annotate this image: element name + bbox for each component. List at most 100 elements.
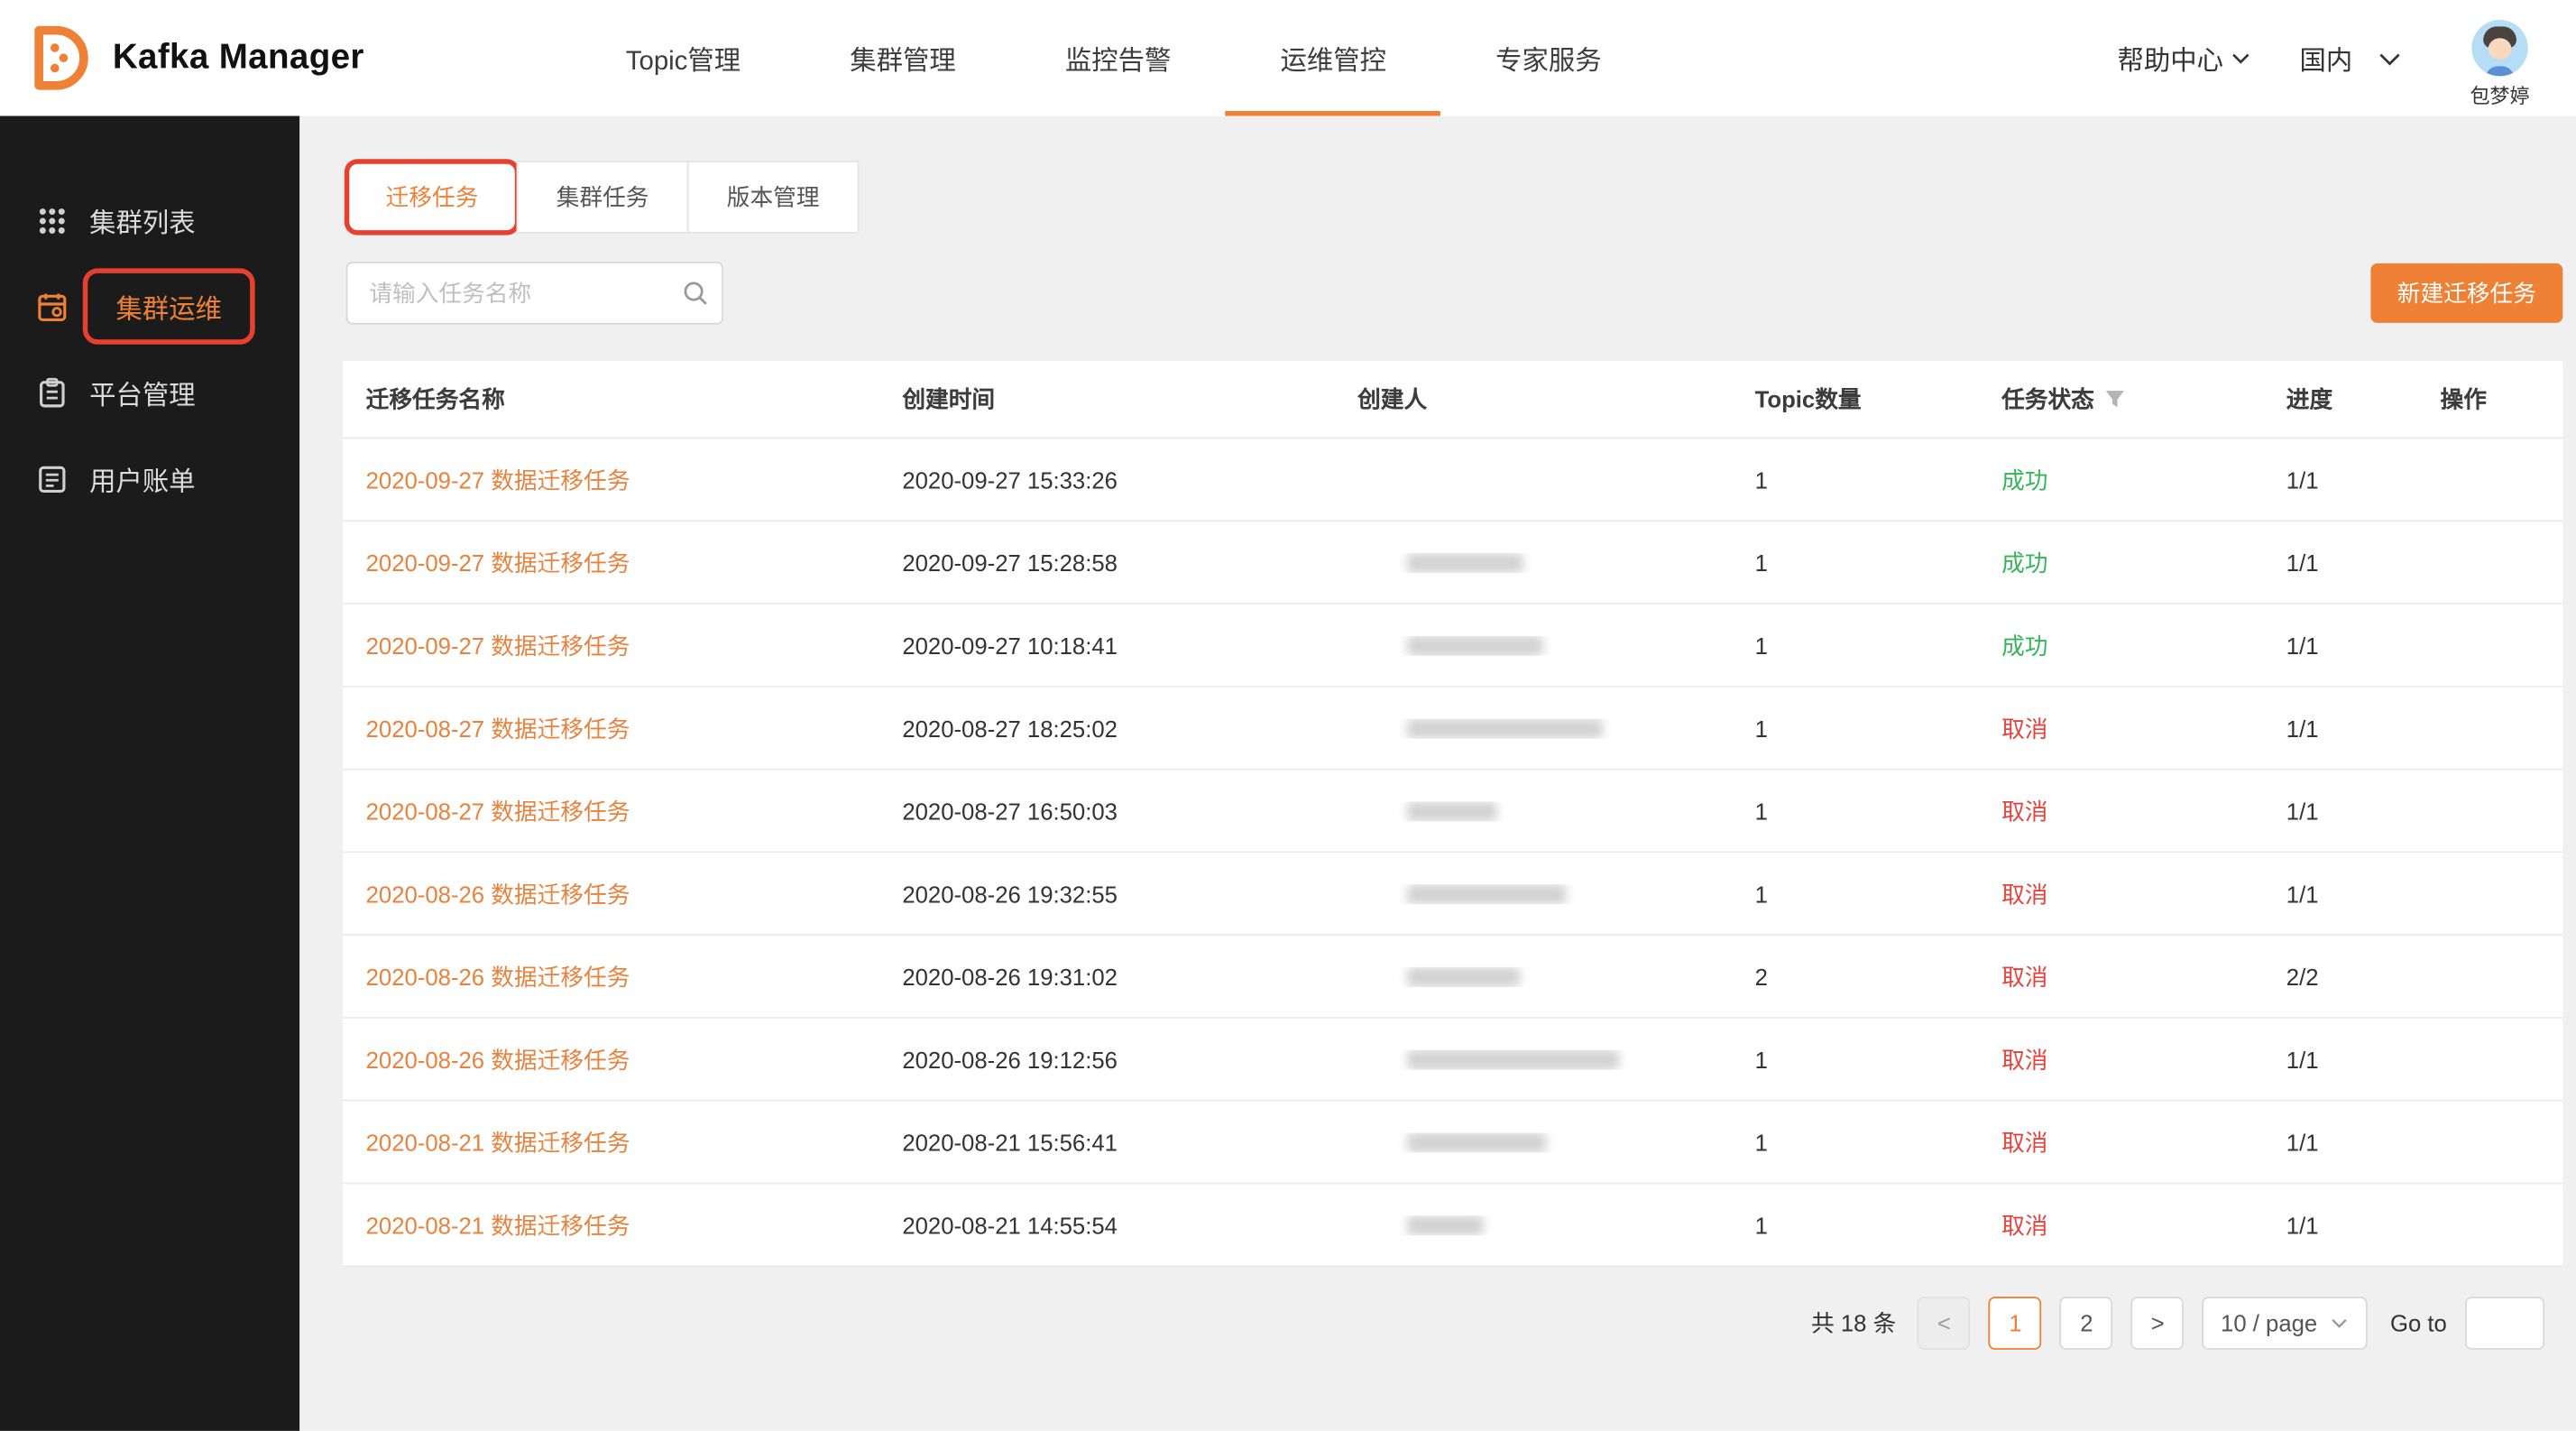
- page-button-2[interactable]: 2: [2060, 1297, 2113, 1350]
- sidebar-item-platform-manage[interactable]: 平台管理: [0, 349, 299, 435]
- table-row: 2020-08-27 数据迁移任务 2020-08-27 18:25:02 1 …: [343, 688, 2562, 771]
- tab-migration-tasks[interactable]: 迁移任务: [346, 161, 519, 234]
- cluster-list-icon: [35, 204, 69, 237]
- created-time: 2020-08-21 15:56:41: [879, 1129, 1335, 1155]
- next-page-button[interactable]: >: [2131, 1297, 2185, 1350]
- status-badge: 取消: [1978, 877, 2263, 910]
- task-name-link[interactable]: 2020-08-27 数据迁移任务: [366, 711, 630, 744]
- page-button-1[interactable]: 1: [1989, 1297, 2042, 1350]
- pagination: 共 18 条 < 1 2 > 10 / page Go to: [343, 1297, 2562, 1350]
- created-time: 2020-09-27 15:33:26: [879, 466, 1335, 493]
- col-creator: 创建人: [1334, 383, 1732, 416]
- task-name-cell: 2020-09-27 数据迁移任务: [343, 463, 879, 496]
- platform-manage-icon: [35, 376, 69, 410]
- table-row: 2020-08-21 数据迁移任务 2020-08-21 15:56:41 1 …: [343, 1102, 2562, 1185]
- task-name-cell: 2020-08-26 数据迁移任务: [343, 960, 879, 993]
- task-name-link[interactable]: 2020-09-27 数据迁移任务: [366, 629, 630, 662]
- task-name-cell: 2020-08-27 数据迁移任务: [343, 711, 879, 744]
- tab-cluster-tasks[interactable]: 集群任务: [517, 161, 689, 234]
- sidebar-item-cluster-ops[interactable]: 集群运维: [0, 263, 299, 349]
- creator-cell: [1334, 800, 1732, 820]
- nav-expert-service[interactable]: 专家服务: [1441, 0, 1657, 115]
- created-time: 2020-08-26 19:12:56: [879, 1046, 1335, 1072]
- topic-count: 2: [1732, 963, 1978, 989]
- nav-ops-control[interactable]: 运维管控: [1226, 0, 1441, 115]
- task-name-link[interactable]: 2020-08-27 数据迁移任务: [366, 794, 630, 827]
- status-badge: 取消: [1978, 960, 2263, 993]
- status-badge: 取消: [1978, 711, 2263, 744]
- task-name-link[interactable]: 2020-08-26 数据迁移任务: [366, 877, 630, 910]
- table-row: 2020-08-27 数据迁移任务 2020-08-27 16:50:03 1 …: [343, 770, 2562, 853]
- topic-count: 1: [1732, 881, 1978, 907]
- creator-cell: [1334, 718, 1732, 738]
- goto-page-input[interactable]: [2465, 1297, 2544, 1350]
- progress-value: 1/1: [2263, 549, 2417, 575]
- redacted-creator: [1407, 1132, 1546, 1152]
- status-badge: 成功: [1978, 463, 2263, 496]
- topic-count: 1: [1732, 1129, 1978, 1155]
- task-name-link[interactable]: 2020-09-27 数据迁移任务: [366, 546, 630, 579]
- topic-count: 1: [1732, 549, 1978, 575]
- task-name-cell: 2020-08-21 数据迁移任务: [343, 1125, 879, 1159]
- progress-value: 1/1: [2263, 1212, 2417, 1238]
- task-name-link[interactable]: 2020-08-21 数据迁移任务: [366, 1125, 630, 1159]
- sidebar: 集群列表 集群运维: [0, 115, 299, 1430]
- chevron-down-icon: [2331, 1317, 2349, 1329]
- redacted-creator: [1407, 883, 1566, 903]
- top-header: Kafka Manager Topic管理 集群管理 监控告警 运维管控 专家服…: [0, 0, 2576, 115]
- help-center-menu[interactable]: 帮助中心: [2118, 38, 2250, 78]
- task-name-cell: 2020-08-21 数据迁移任务: [343, 1208, 879, 1242]
- sidebar-item-cluster-list[interactable]: 集群列表: [0, 177, 299, 263]
- table-row: 2020-09-27 数据迁移任务 2020-09-27 10:18:41 1 …: [343, 605, 2562, 688]
- redacted-creator: [1407, 552, 1523, 572]
- col-topic-count: Topic数量: [1732, 383, 1978, 416]
- col-created-time: 创建时间: [879, 383, 1335, 416]
- nav-topic-manage[interactable]: Topic管理: [571, 0, 795, 115]
- table-row: 2020-08-26 数据迁移任务 2020-08-26 19:31:02 2 …: [343, 936, 2562, 1019]
- topic-count: 1: [1732, 1046, 1978, 1072]
- progress-value: 1/1: [2263, 1046, 2417, 1072]
- task-name-cell: 2020-08-26 数据迁移任务: [343, 877, 879, 910]
- topic-count: 1: [1732, 1212, 1978, 1238]
- main-nav: Topic管理 集群管理 监控告警 运维管控 专家服务: [571, 0, 1656, 115]
- task-name-cell: 2020-08-26 数据迁移任务: [343, 1042, 879, 1076]
- filter-icon[interactable]: [2104, 388, 2126, 410]
- task-name-link[interactable]: 2020-08-26 数据迁移任务: [366, 960, 630, 993]
- chevron-down-icon: [2231, 52, 2249, 64]
- creator-cell: [1334, 883, 1732, 903]
- prev-page-button[interactable]: <: [1918, 1297, 1971, 1350]
- content: 迁移任务 集群任务 版本管理 新建迁移任务 迁移任务名称 创建时间 创建人 To…: [299, 115, 2576, 1430]
- user-profile[interactable]: 包梦婷: [2447, 20, 2553, 109]
- sidebar-item-user-billing[interactable]: 用户账单: [0, 436, 299, 522]
- progress-value: 2/2: [2263, 963, 2417, 989]
- created-time: 2020-08-26 19:31:02: [879, 963, 1335, 989]
- creator-cell: [1334, 552, 1732, 572]
- region-menu[interactable]: 国内: [2299, 38, 2397, 78]
- table-row: 2020-08-21 数据迁移任务 2020-08-21 14:55:54 1 …: [343, 1184, 2562, 1267]
- task-name-link[interactable]: 2020-08-26 数据迁移任务: [366, 1042, 630, 1076]
- progress-value: 1/1: [2263, 466, 2417, 493]
- table-body: 2020-09-27 数据迁移任务 2020-09-27 15:33:26 1 …: [343, 439, 2562, 1267]
- col-task-status: 任务状态: [1978, 383, 2263, 416]
- search-icon: [682, 280, 708, 306]
- created-time: 2020-08-26 19:32:55: [879, 881, 1335, 907]
- migration-tasks-table: 迁移任务名称 创建时间 创建人 Topic数量 任务状态 进度 操作 2020-…: [343, 361, 2562, 1267]
- topic-count: 1: [1732, 715, 1978, 741]
- table-row: 2020-08-26 数据迁移任务 2020-08-26 19:32:55 1 …: [343, 853, 2562, 936]
- creator-cell: [1334, 1049, 1732, 1069]
- user-avatar[interactable]: [2471, 20, 2527, 76]
- chevron-down-icon: [2379, 52, 2397, 64]
- page-size-select[interactable]: 10 / page: [2203, 1297, 2367, 1350]
- nav-cluster-manage[interactable]: 集群管理: [796, 0, 1011, 115]
- create-migration-task-button[interactable]: 新建迁移任务: [2370, 263, 2562, 323]
- tab-version-manage[interactable]: 版本管理: [687, 161, 860, 234]
- progress-value: 1/1: [2263, 715, 2417, 741]
- task-name-link[interactable]: 2020-08-21 数据迁移任务: [366, 1208, 630, 1242]
- task-search-input[interactable]: [347, 280, 682, 306]
- task-name-link[interactable]: 2020-09-27 数据迁移任务: [366, 463, 630, 496]
- user-name: 包梦婷: [2470, 81, 2530, 109]
- brand: Kafka Manager: [20, 0, 364, 115]
- redacted-creator: [1407, 1049, 1619, 1069]
- redacted-creator: [1407, 635, 1543, 655]
- nav-monitor-alert[interactable]: 监控告警: [1010, 0, 1226, 115]
